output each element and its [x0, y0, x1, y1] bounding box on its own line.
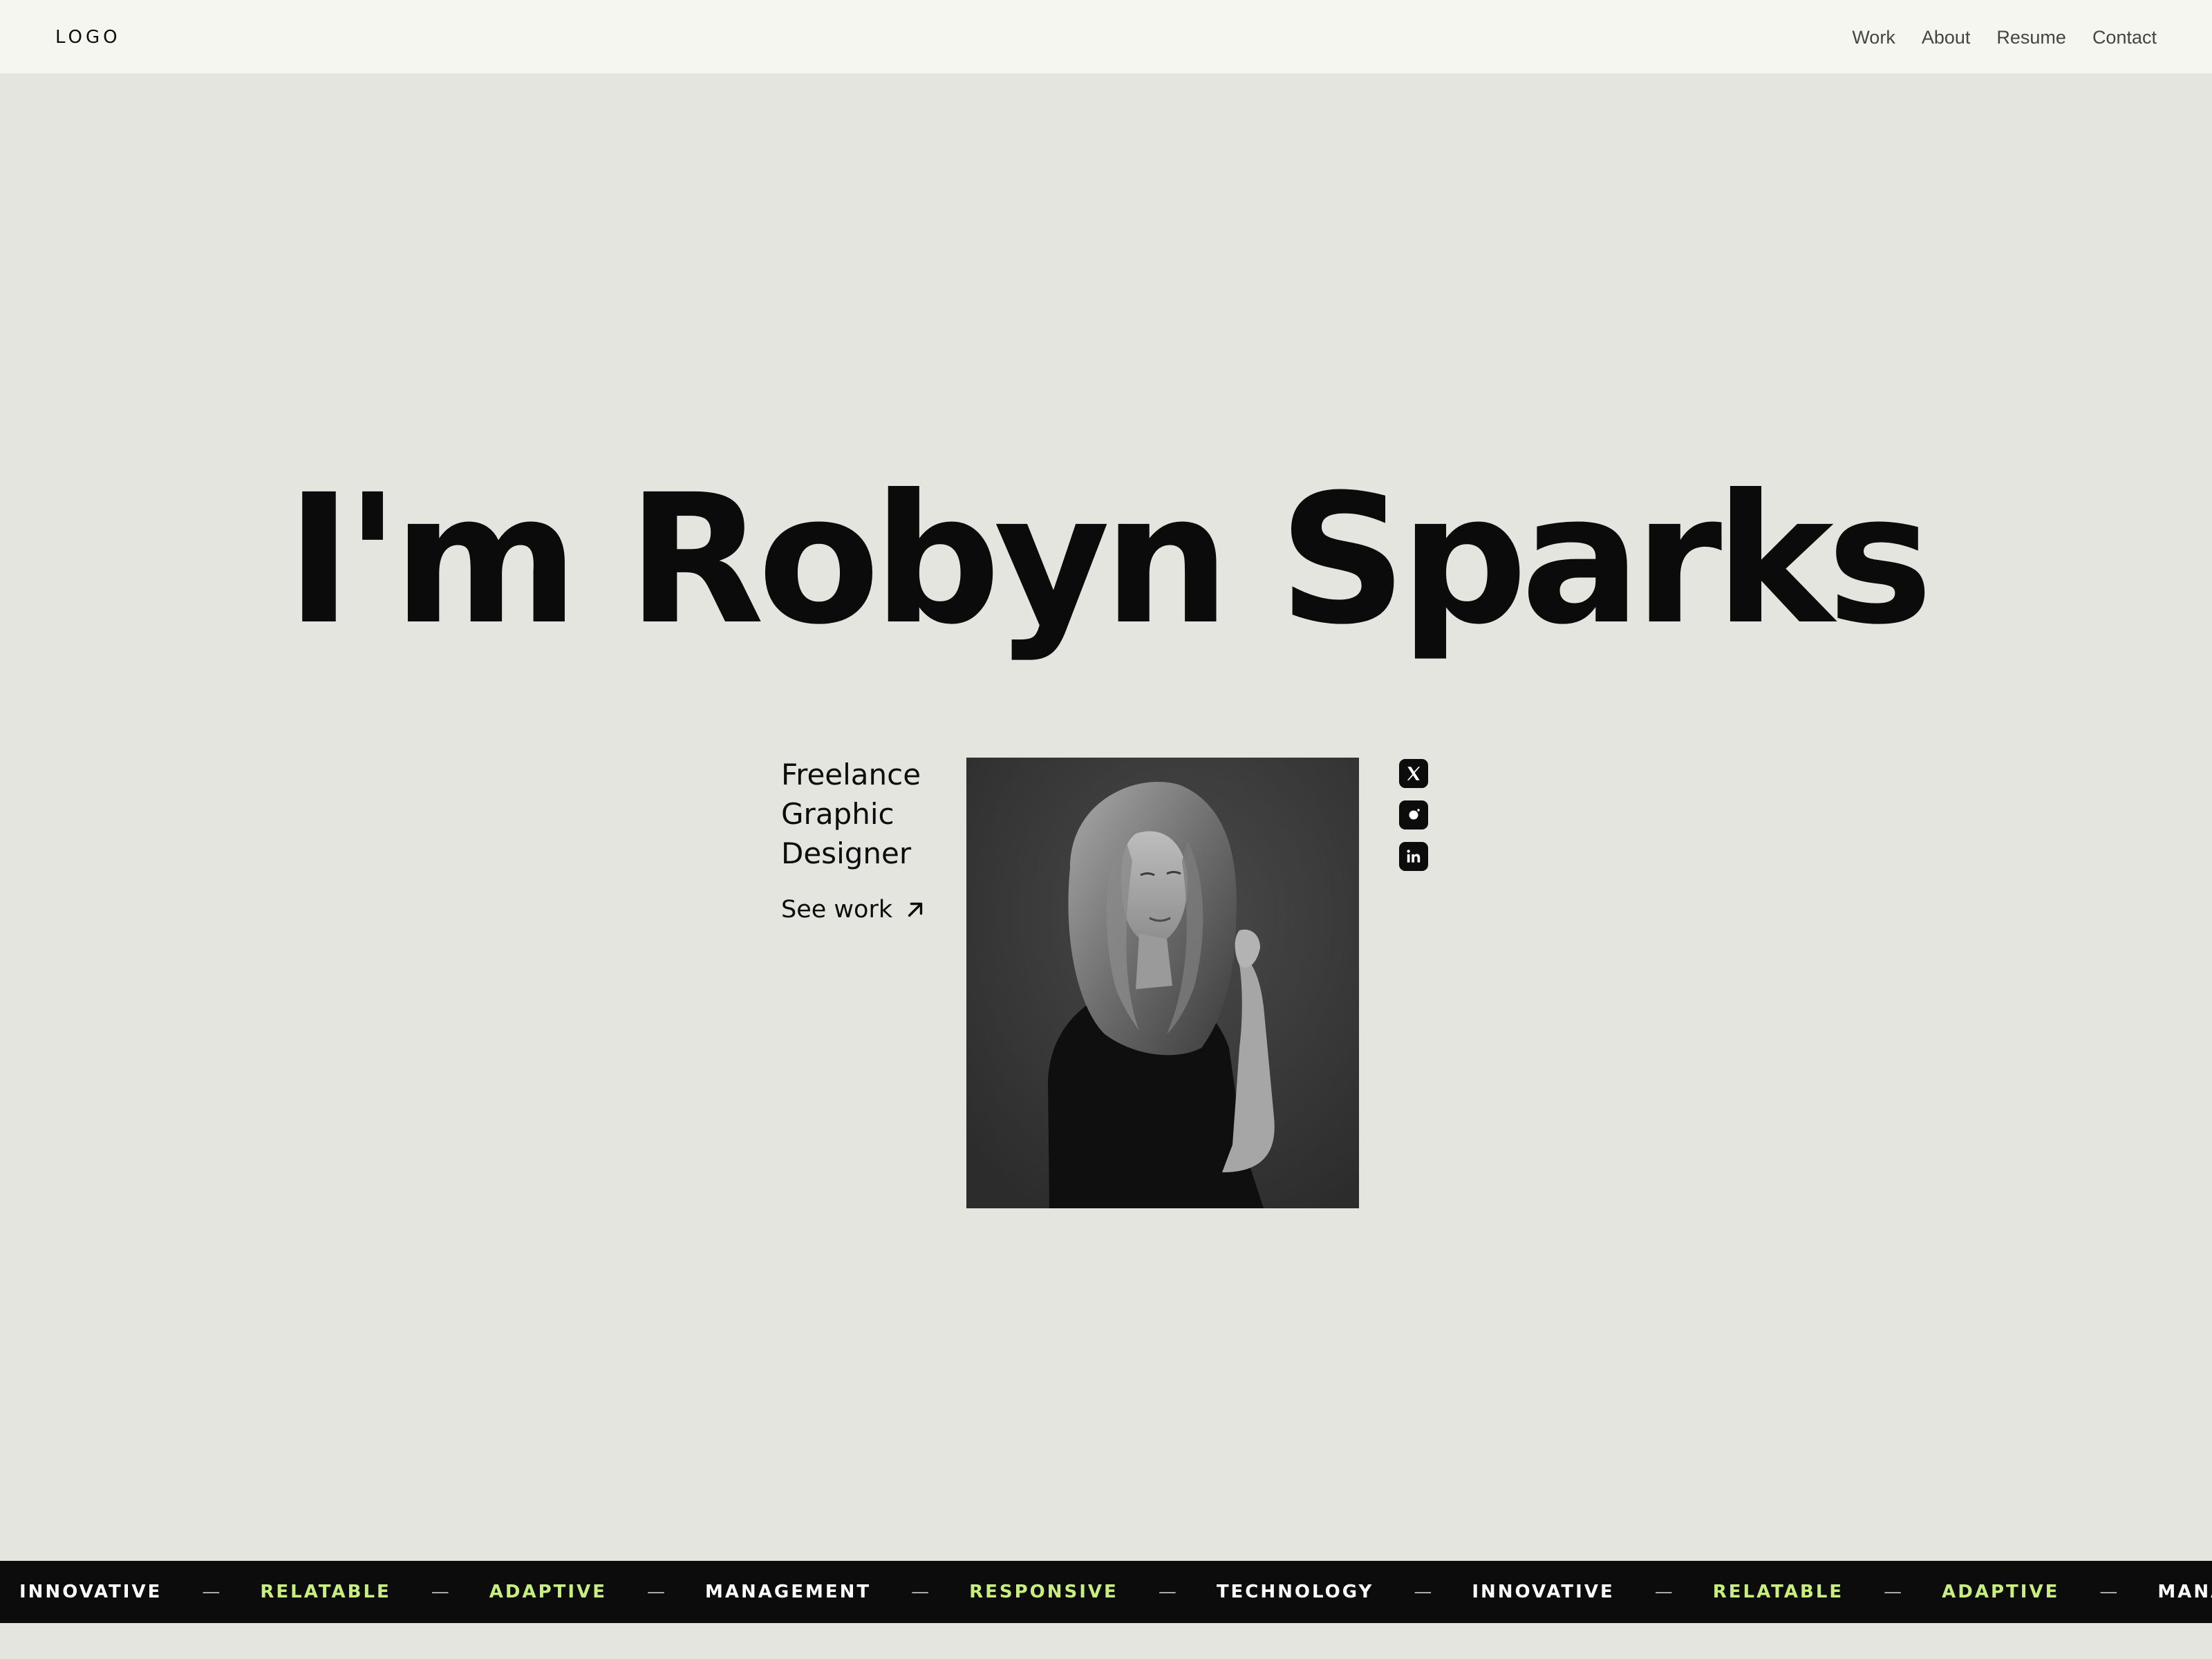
ticker-word: RESPONSIVE [969, 1582, 1118, 1602]
x-icon [1407, 767, 1421, 780]
ticker-word: MANAGEMENT [704, 1582, 872, 1602]
role-line-2: Graphic [781, 797, 894, 831]
ticker-separator: — [1654, 1582, 1673, 1602]
ticker-separator: — [431, 1582, 449, 1602]
hero-title: I'm Robyn Sparks [285, 456, 1933, 664]
role-line-3: Designer [781, 836, 912, 870]
nav-link-work[interactable]: Work [1852, 25, 1895, 50]
instagram-link[interactable] [1399, 800, 1428, 830]
nav-link-resume[interactable]: Resume [1996, 25, 2066, 50]
x-link[interactable] [1399, 759, 1428, 788]
ticker-word: MANAGEMENT [2157, 1582, 2212, 1602]
ticker-word: TECHNOLOGY [1216, 1582, 1374, 1602]
profile-photo [966, 758, 1359, 1208]
ticker-separator: — [1884, 1582, 1902, 1602]
ticker-separator: — [911, 1582, 930, 1602]
nav-link-contact[interactable]: Contact [2092, 25, 2157, 50]
ticker-separator: — [202, 1582, 221, 1602]
portrait-image [966, 758, 1359, 1208]
social-links [1399, 759, 1428, 871]
keyword-ticker: INNOVATIVE — RELATABLE — ADAPTIVE — MANAGEMENT… [0, 1561, 2212, 1623]
ticker-separator: — [1158, 1582, 1177, 1602]
see-work-label: See work [781, 896, 893, 924]
ticker-word: INNOVATIVE [1472, 1582, 1615, 1602]
instagram-icon [1409, 809, 1420, 820]
linkedin-icon [1407, 850, 1421, 863]
see-work-link[interactable]: See work [781, 896, 927, 924]
ticker-word: ADAPTIVE [489, 1582, 607, 1602]
logo[interactable]: LOGO [55, 25, 121, 50]
ticker-separator: — [646, 1582, 665, 1602]
nav-link-about[interactable]: About [1922, 25, 1971, 50]
main-nav: Work About Resume Contact [1852, 25, 2157, 50]
ticker-separator: — [2099, 1582, 2118, 1602]
ticker-separator: — [1414, 1582, 1432, 1602]
ticker-word: RELATABLE [260, 1582, 391, 1602]
role-line-1: Freelance [781, 758, 921, 791]
ticker-word: ADAPTIVE [1942, 1582, 2060, 1602]
ticker-word: RELATABLE [1712, 1582, 1844, 1602]
ticker-word: INNOVATIVE [19, 1582, 162, 1602]
role-description: Freelance Graphic Designer [781, 755, 961, 873]
top-navigation-bar: LOGO Work About Resume Contact [0, 0, 2212, 75]
arrow-up-right-icon [908, 902, 923, 917]
ticker-track: INNOVATIVE — RELATABLE — ADAPTIVE — MANAGEMENT… [19, 1561, 2212, 1623]
linkedin-link[interactable] [1399, 842, 1428, 871]
